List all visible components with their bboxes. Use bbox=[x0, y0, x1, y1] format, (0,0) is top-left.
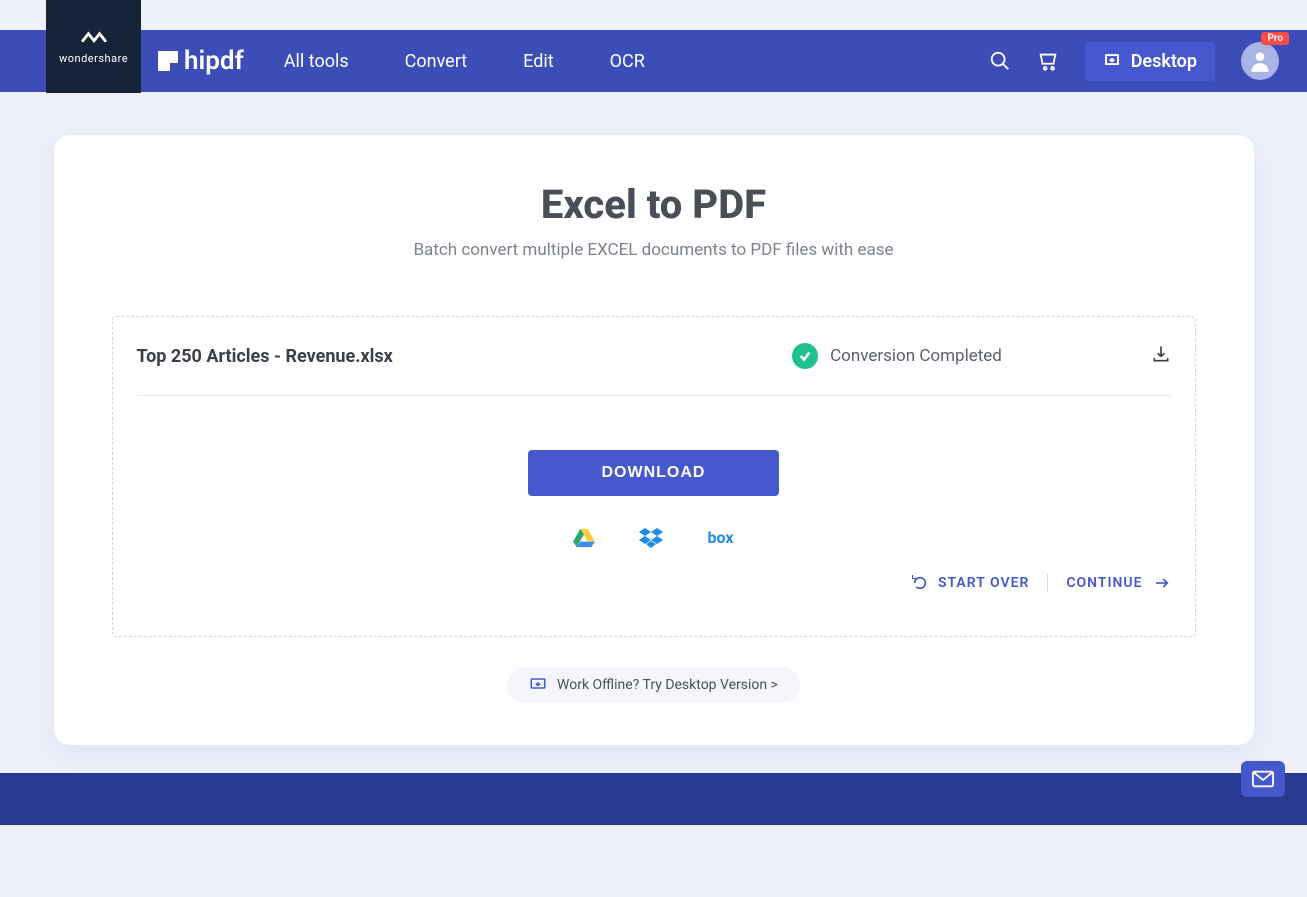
check-icon bbox=[792, 343, 818, 369]
file-status: Conversion Completed bbox=[644, 343, 1151, 369]
continue-label: CONTINUE bbox=[1066, 575, 1142, 591]
page-subtitle: Batch convert multiple EXCEL documents t… bbox=[112, 240, 1196, 260]
download-button[interactable]: DOWNLOAD bbox=[528, 450, 780, 496]
continue-button[interactable]: CONTINUE bbox=[1066, 575, 1170, 591]
hero-illustration bbox=[0, 30, 1307, 135]
feedback-mail-button[interactable] bbox=[1241, 761, 1285, 797]
wondershare-logo[interactable]: wondershare bbox=[46, 0, 141, 93]
dropbox-icon[interactable] bbox=[639, 528, 663, 552]
main-card: Excel to PDF Batch convert multiple EXCE… bbox=[54, 135, 1254, 745]
start-over-label: START OVER bbox=[938, 575, 1029, 591]
page-title: Excel to PDF bbox=[112, 181, 1196, 228]
footer bbox=[0, 773, 1307, 825]
file-row: Top 250 Articles - Revenue.xlsx Conversi… bbox=[137, 317, 1171, 396]
separator bbox=[1047, 574, 1048, 592]
file-status-text: Conversion Completed bbox=[830, 346, 1002, 366]
cloud-targets: box bbox=[137, 528, 1171, 552]
offline-pill[interactable]: Work Offline? Try Desktop Version > bbox=[507, 667, 800, 703]
dropzone: Top 250 Articles - Revenue.xlsx Conversi… bbox=[112, 316, 1196, 637]
download-file-icon[interactable] bbox=[1151, 344, 1171, 368]
gdrive-icon[interactable] bbox=[573, 528, 595, 552]
offline-label: Work Offline? Try Desktop Version > bbox=[557, 677, 778, 693]
file-name: Top 250 Articles - Revenue.xlsx bbox=[137, 346, 644, 367]
start-over-button[interactable]: START OVER bbox=[912, 575, 1029, 591]
wondershare-label: wondershare bbox=[59, 52, 128, 65]
secondary-actions: START OVER CONTINUE bbox=[137, 574, 1171, 592]
box-icon[interactable]: box bbox=[707, 528, 733, 552]
